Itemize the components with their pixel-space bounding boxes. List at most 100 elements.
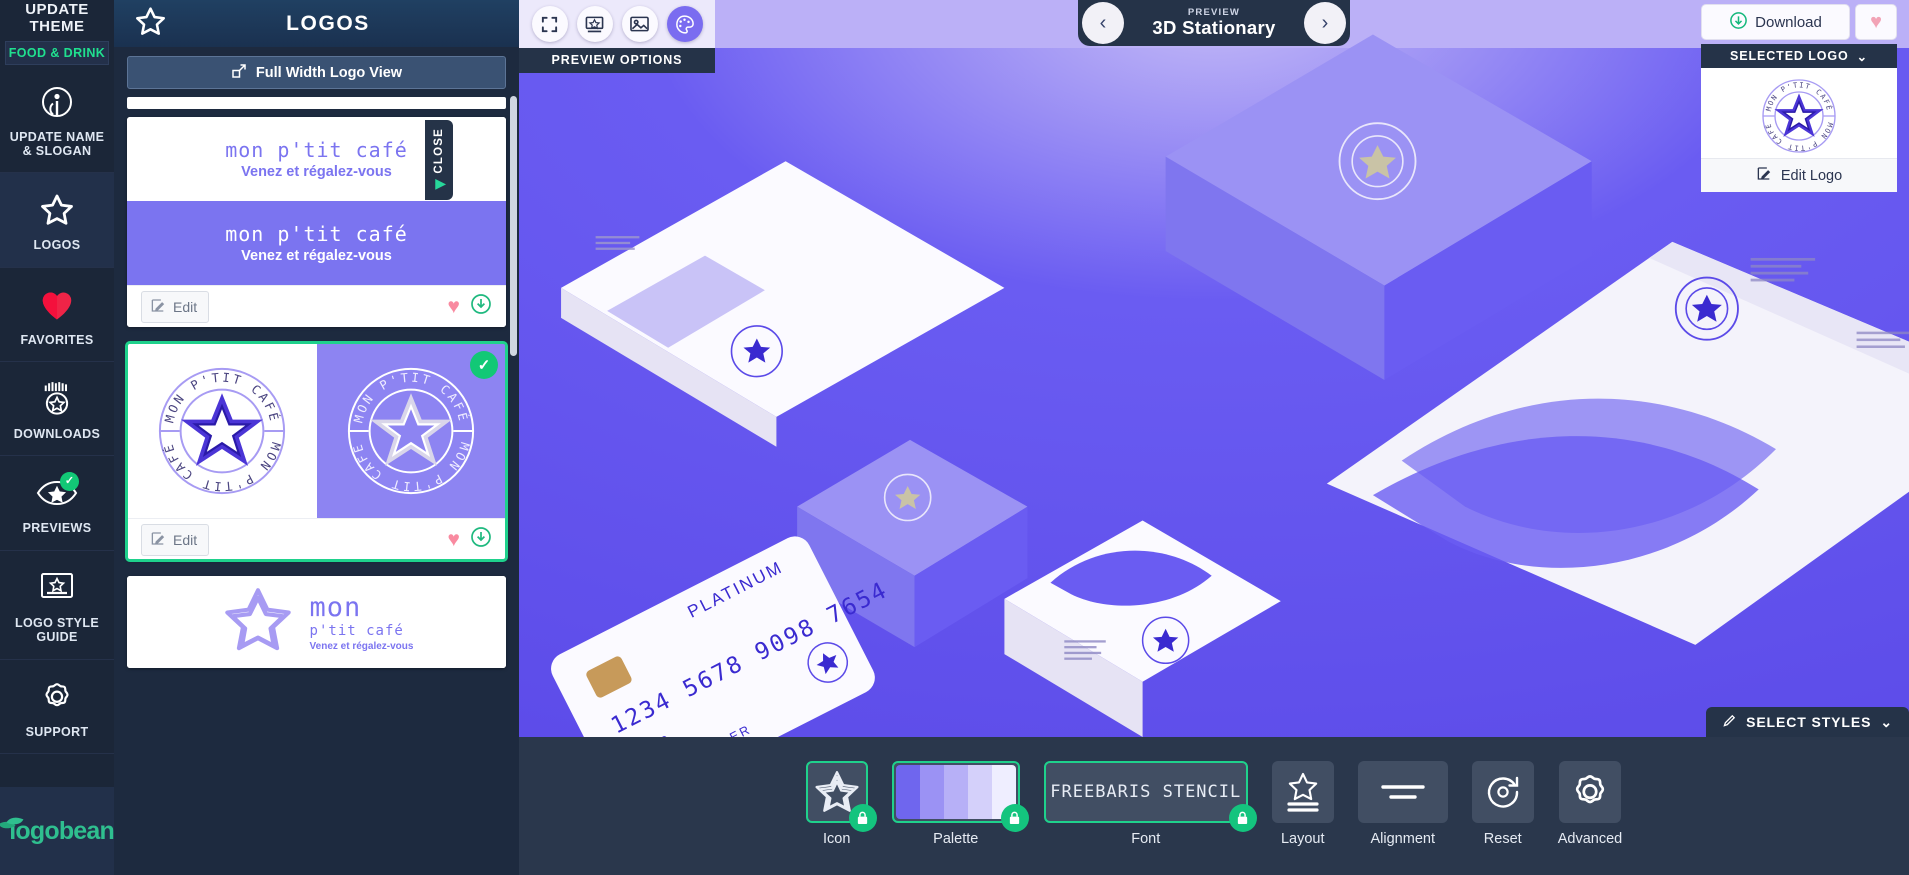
swatch-3 xyxy=(943,765,968,819)
alignment-preview xyxy=(1357,761,1448,823)
rail-theme-block: UPDATE THEME FOOD & DRINK xyxy=(0,0,114,65)
sidebar-item-favorites[interactable]: FAVORITES xyxy=(0,268,114,363)
star-outline-icon xyxy=(220,584,296,661)
pencil-icon xyxy=(1722,713,1737,731)
brand-wordmark: logobean xyxy=(9,816,115,845)
tool-caption: Font xyxy=(1131,831,1161,847)
lock-icon[interactable] xyxy=(1000,804,1029,832)
font-preview: FREEBARIS STENCIL xyxy=(1043,761,1257,832)
logo-sub-wordmark: p'tit café xyxy=(309,623,404,639)
tool-caption: Reset xyxy=(1483,831,1522,847)
page-title: LOGOS xyxy=(286,11,370,35)
logo-text-block: mon p'tit café Venez et régalez-vous xyxy=(310,592,414,652)
info-badge-icon xyxy=(4,81,110,123)
style-guide-icon xyxy=(4,567,110,609)
style-toolbar: Icon Palette FREEBARIS STENCIL Font Layo… xyxy=(519,737,1909,875)
prev-preview-button[interactable]: ‹ xyxy=(1082,2,1124,44)
swatch-4 xyxy=(967,765,992,819)
favorite-button[interactable]: ♥ xyxy=(1855,4,1897,40)
edit-button[interactable]: Edit xyxy=(141,523,210,556)
logo-wordmark: mon p'tit café xyxy=(225,222,408,246)
sidebar-item-support[interactable]: SUPPORT xyxy=(0,660,114,754)
edit-logo-button[interactable]: Edit Logo xyxy=(1701,158,1897,192)
sidebar-item-previews[interactable]: ✓ PREVIEWS xyxy=(0,456,114,551)
image-icon[interactable] xyxy=(621,6,658,42)
preview-options: PREVIEW OPTIONS xyxy=(519,0,715,73)
chevron-left-icon: ◀ xyxy=(431,176,447,193)
logos-list-scrollbar[interactable] xyxy=(510,96,517,356)
favorite-heart-icon[interactable]: ♥ xyxy=(448,528,460,552)
leaf-icon xyxy=(0,813,24,836)
tool-font[interactable]: FREEBARIS STENCIL Font xyxy=(1043,761,1257,847)
sidebar-item-update-name-slogan[interactable]: UPDATE NAME & SLOGAN xyxy=(0,65,114,174)
tool-icon[interactable]: Icon xyxy=(805,761,877,847)
pencil-icon xyxy=(150,297,167,317)
preview-title-block: PREVIEW 3D Stationary xyxy=(1138,7,1289,39)
expand-icon xyxy=(231,63,247,83)
tool-caption: Layout xyxy=(1280,831,1325,847)
next-preview-button[interactable]: › xyxy=(1304,2,1346,44)
download-circle-icon[interactable] xyxy=(470,526,492,554)
font-sample: FREEBARIS STENCIL xyxy=(1050,782,1242,802)
preview-stage: 1234 5678 9098 7654 00/00 CARDSHOLDER PL… xyxy=(519,0,1909,737)
tool-advanced[interactable]: Advanced xyxy=(1558,761,1622,847)
star-icon xyxy=(4,189,110,231)
full-width-logo-view-button[interactable]: Full Width Logo View xyxy=(127,56,506,89)
edit-button[interactable]: Edit xyxy=(141,290,210,323)
tool-caption: Alignment xyxy=(1370,831,1435,847)
sidebar-label: FAVORITES xyxy=(20,332,94,347)
lock-icon[interactable] xyxy=(1228,804,1257,832)
panel-actions: Download ♥ xyxy=(1701,4,1897,40)
favorite-heart-icon[interactable]: ♥ xyxy=(448,295,460,319)
download-circle-icon[interactable] xyxy=(470,293,492,321)
sidebar-label: DOWNLOADS xyxy=(13,427,101,442)
tool-palette[interactable]: Palette xyxy=(891,761,1029,847)
close-label: CLOSE xyxy=(433,127,445,174)
tool-layout[interactable]: Layout xyxy=(1271,761,1334,847)
logo-card-actions: Edit ♥ xyxy=(127,518,506,560)
logo-preview-light: mon p'tit café Venez et régalez-vous xyxy=(127,576,506,668)
select-styles-button[interactable]: SELECT STYLES ⌄ xyxy=(1706,707,1909,737)
edit-logo-label: Edit Logo xyxy=(1780,167,1843,184)
pencil-icon xyxy=(1756,165,1773,186)
preview-title: 3D Stationary xyxy=(1152,17,1276,38)
sidebar-label: SUPPORT xyxy=(25,724,89,739)
update-theme-title: UPDATE THEME xyxy=(25,1,89,35)
sidebar-item-logos[interactable]: LOGOS xyxy=(0,173,114,268)
sidebar-label: UPDATE NAME & SLOGAN xyxy=(9,129,105,158)
selected-logo-header[interactable]: SELECTED LOGO ⌄ xyxy=(1701,44,1897,68)
presentation-icon[interactable] xyxy=(576,6,613,42)
sidebar-item-logo-style-guide[interactable]: LOGO STYLE GUIDE xyxy=(0,551,114,660)
preview-options-label: PREVIEW OPTIONS xyxy=(519,48,715,73)
palette-icon[interactable] xyxy=(666,6,703,42)
app-root: UPDATE THEME FOOD & DRINK UPDATE NAME & … xyxy=(0,0,1909,875)
eye-star-icon xyxy=(4,472,110,514)
logo-preview-row: MON P'TIT CAFÉ MON P'TIT CAFÉ MON P'TIT … xyxy=(127,343,506,518)
emblem-logo: MON P'TIT CAFÉ MON P'TIT CAFÉ xyxy=(342,362,480,500)
logo-card-actions: Edit ♥ xyxy=(127,285,506,327)
selected-logo-body: MON P'TIT CAFÉ MON P'TIT CAFÉ Edit Logo xyxy=(1701,68,1897,192)
logo-card[interactable]: mon p'tit café Venez et régalez-vous xyxy=(127,576,506,668)
tool-reset[interactable]: Reset xyxy=(1471,761,1534,847)
preview-navigator: ‹ PREVIEW 3D Stationary › xyxy=(1078,0,1350,46)
selected-logo-label: SELECTED LOGO xyxy=(1729,49,1849,63)
sidebar-label: LOGOS xyxy=(33,238,81,253)
gear-icon xyxy=(4,676,110,718)
logo-slogan: Venez et régalez-vous xyxy=(309,641,414,652)
layout-preview xyxy=(1271,761,1334,823)
download-button[interactable]: Download xyxy=(1701,4,1850,40)
sidebar-item-downloads[interactable]: DOWNLOADS xyxy=(0,362,114,457)
reset-preview xyxy=(1471,761,1534,823)
logo-card[interactable]: ✓ MON P'TIT CAFÉ MON P'TIT CAFÉ MON P'TI… xyxy=(125,341,508,562)
tool-alignment[interactable]: Alignment xyxy=(1357,761,1448,847)
logos-list[interactable]: mon p'tit café Venez et régalez-vous mon… xyxy=(114,97,519,875)
theme-value-badge[interactable]: FOOD & DRINK xyxy=(5,40,109,65)
full-width-label: Full Width Logo View xyxy=(255,64,403,81)
sidebar-label: LOGO STYLE GUIDE xyxy=(14,615,100,645)
palette-preview xyxy=(891,761,1029,832)
logobean-brand-logo: logobean xyxy=(0,787,115,875)
lock-icon[interactable] xyxy=(848,804,877,832)
close-panel-tab[interactable]: CLOSE ◀ xyxy=(425,120,453,200)
logos-panel-header: LOGOS xyxy=(114,0,519,47)
fullscreen-icon[interactable] xyxy=(531,6,568,42)
